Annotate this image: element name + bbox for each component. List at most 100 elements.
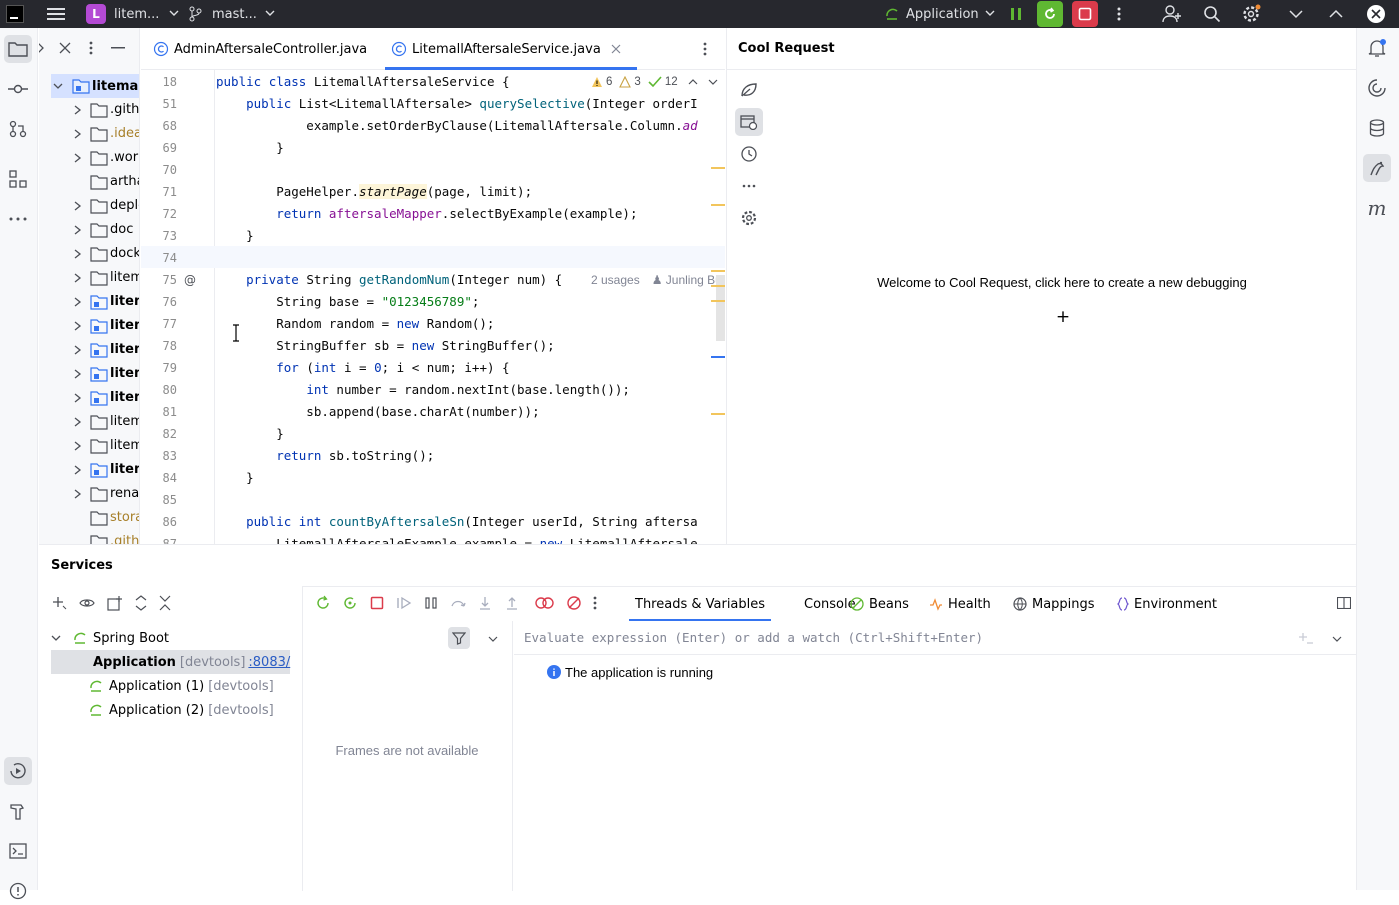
tree-item[interactable]: litem xyxy=(39,338,139,362)
tree-item[interactable]: litem xyxy=(39,458,139,482)
tree-item[interactable]: stora xyxy=(39,506,139,530)
stop-button[interactable] xyxy=(1072,1,1098,27)
code-line[interactable]: public int countByAftersaleSn(Integer us… xyxy=(216,514,698,529)
tree-item[interactable]: litem xyxy=(39,314,139,338)
add-service-icon[interactable] xyxy=(51,595,67,611)
tree-item[interactable]: renar xyxy=(39,482,139,506)
tree-item[interactable]: litem xyxy=(39,434,139,458)
problems-icon[interactable] xyxy=(4,877,32,905)
settings-gear-icon[interactable] xyxy=(1241,0,1261,28)
layout-toggle-icon[interactable] xyxy=(1337,597,1351,609)
close-tab-icon[interactable] xyxy=(611,44,621,54)
debugger-tab[interactable]: Console xyxy=(804,587,856,621)
pull-requests-icon[interactable] xyxy=(4,115,32,143)
usages-hint[interactable]: 2 usages xyxy=(591,273,640,287)
tree-item[interactable]: doc xyxy=(39,218,139,242)
tab-admin-aftersale-controller[interactable]: AdminAftersaleController.java xyxy=(153,28,367,70)
tree-item[interactable]: .githu xyxy=(39,98,139,122)
tab-options-icon[interactable] xyxy=(703,42,707,56)
cool-request-tool-icon[interactable] xyxy=(1363,154,1391,182)
maven-icon[interactable]: m xyxy=(1363,194,1391,222)
collapse-all-icon[interactable] xyxy=(59,42,71,54)
debugger-tab[interactable]: Beans xyxy=(850,587,909,621)
main-menu-icon[interactable] xyxy=(47,0,65,28)
tree-root-row[interactable]: litemall xyxy=(51,74,139,98)
api-browser-icon[interactable] xyxy=(735,108,763,136)
rerun-icon[interactable] xyxy=(315,595,331,611)
minimize-icon[interactable] xyxy=(1287,0,1305,28)
mute-breakpoints-icon[interactable] xyxy=(566,595,582,611)
code-line[interactable]: String base = "0123456789"; xyxy=(216,294,479,309)
code-line[interactable]: return sb.toString(); xyxy=(216,448,434,463)
code-line[interactable]: } xyxy=(216,228,254,243)
service-item-application-2[interactable]: Application (2) [devtools] xyxy=(89,698,274,722)
tree-item[interactable]: litem xyxy=(39,410,139,434)
more-options-icon[interactable] xyxy=(593,596,597,610)
tree-item[interactable]: artha xyxy=(39,170,139,194)
history-clock-icon[interactable] xyxy=(735,140,763,168)
tree-item[interactable]: litem xyxy=(39,290,139,314)
tree-item[interactable]: litem xyxy=(39,266,139,290)
tree-item[interactable]: litem xyxy=(39,386,139,410)
service-item-application-1[interactable]: Application (1) [devtools] xyxy=(89,674,274,698)
vcs-widget[interactable]: mast... xyxy=(188,0,279,28)
collapse-all-icon[interactable] xyxy=(159,595,171,611)
database-icon[interactable] xyxy=(1363,114,1391,142)
chevron-down-icon[interactable] xyxy=(488,635,498,643)
debugger-tab[interactable]: Health xyxy=(929,587,991,621)
code-line[interactable]: return aftersaleMapper.selectByExample(e… xyxy=(216,206,637,221)
code-line[interactable]: public class LitemallAftersaleService { xyxy=(216,74,510,89)
new-group-icon[interactable] xyxy=(107,595,123,611)
filter-icon[interactable] xyxy=(448,627,470,649)
chevron-down-icon[interactable] xyxy=(1332,635,1342,643)
code-line[interactable]: private String getRandomNum(Integer num)… xyxy=(216,272,562,287)
service-port-link[interactable]: :8083/ xyxy=(248,655,290,670)
spring-leaf-icon[interactable] xyxy=(735,76,763,104)
tree-item[interactable]: dock xyxy=(39,242,139,266)
service-item-application[interactable]: Application [devtools] :8083/ xyxy=(51,650,290,674)
maximize-icon[interactable] xyxy=(1327,0,1345,28)
eye-icon[interactable] xyxy=(79,596,95,610)
add-watch-icon[interactable] xyxy=(1297,631,1313,647)
pause-icon[interactable] xyxy=(423,595,439,611)
code-line[interactable]: PageHelper.startPage(page, limit); xyxy=(216,184,532,199)
stop-icon[interactable] xyxy=(369,595,385,611)
code-line[interactable]: example.setOrderByClause(LitemallAftersa… xyxy=(216,118,697,133)
close-window-icon[interactable] xyxy=(1366,0,1386,28)
debugger-tab[interactable]: Environment xyxy=(1117,587,1217,621)
terminal-icon[interactable] xyxy=(4,837,32,865)
project-folder-icon[interactable] xyxy=(4,35,32,63)
step-into-icon[interactable] xyxy=(477,595,493,611)
services-tool-icon[interactable] xyxy=(4,757,32,785)
overridden-at-icon[interactable]: @ xyxy=(184,273,196,287)
add-user-icon[interactable] xyxy=(1162,0,1182,28)
code-line[interactable]: } xyxy=(216,140,284,155)
settings-gear-icon[interactable] xyxy=(735,204,763,232)
restart-icon[interactable] xyxy=(342,595,358,611)
ai-assistant-icon[interactable] xyxy=(1363,74,1391,102)
code-line[interactable]: for (int i = 0; i < num; i++) { xyxy=(216,360,509,375)
evaluate-expression-field[interactable]: Evaluate expression (Enter) or add a wat… xyxy=(514,621,1356,655)
step-over-icon[interactable] xyxy=(450,595,466,611)
tab-litemall-aftersale-service[interactable]: LitemallAftersaleService.java xyxy=(385,28,637,70)
spring-boot-group[interactable]: Spring Boot xyxy=(51,626,169,650)
more-tools-icon[interactable] xyxy=(4,205,32,233)
pause-icon[interactable] xyxy=(1008,0,1024,28)
search-icon[interactable] xyxy=(1203,0,1221,28)
hide-panel-icon[interactable] xyxy=(111,47,125,49)
rerun-button[interactable] xyxy=(1037,1,1063,27)
inspection-widget[interactable]: 6 3 12 xyxy=(591,73,718,91)
notifications-bell-icon[interactable] xyxy=(1363,34,1391,62)
code-line[interactable]: } xyxy=(216,470,254,485)
more-actions-icon[interactable] xyxy=(1112,0,1126,28)
expand-all-icon[interactable] xyxy=(135,595,147,611)
run-config-selector[interactable]: Application xyxy=(884,0,999,28)
welcome-message[interactable]: Welcome to Cool Request, click here to c… xyxy=(867,275,1257,290)
create-debugging-button[interactable]: + xyxy=(1053,307,1073,327)
view-breakpoints-icon[interactable] xyxy=(535,595,555,611)
commit-icon[interactable] xyxy=(4,75,32,103)
project-widget[interactable]: L litem... xyxy=(86,0,183,28)
code-line[interactable]: int number = random.nextInt(base.length(… xyxy=(216,382,630,397)
structure-icon[interactable] xyxy=(4,165,32,193)
step-out-icon[interactable] xyxy=(504,595,520,611)
